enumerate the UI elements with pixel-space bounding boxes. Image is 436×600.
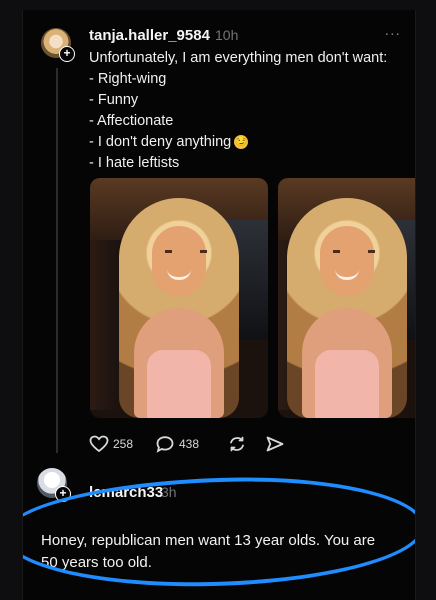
eyes-graphic xyxy=(165,250,207,253)
like-button[interactable]: 258 xyxy=(89,435,133,453)
heart-icon xyxy=(89,435,109,453)
top-graphic xyxy=(147,350,211,418)
repost-icon xyxy=(230,436,244,452)
post-username[interactable]: tanja.haller_9584 xyxy=(89,27,210,44)
post-line-3: - Funny xyxy=(89,92,139,108)
selfie-person-graphic-2 xyxy=(286,198,407,418)
author-avatar[interactable]: + xyxy=(41,28,75,62)
comment-count: 438 xyxy=(179,437,200,451)
post-line-1: Unfortunately, I am everything men don't… xyxy=(89,50,388,66)
post-photo-2[interactable] xyxy=(278,178,415,418)
smirk-emoji-icon: 😏 xyxy=(234,135,249,150)
post-line-6: - I hate leftists xyxy=(89,155,180,171)
repost-button[interactable] xyxy=(227,435,247,453)
thread-line xyxy=(56,68,58,453)
comment-icon xyxy=(156,436,174,453)
face-graphic-2 xyxy=(319,226,374,296)
more-options-icon[interactable]: ... xyxy=(385,22,401,40)
post-actions: 258 438 xyxy=(89,435,349,457)
share-icon xyxy=(266,436,284,452)
eyes-graphic-2 xyxy=(332,250,375,253)
post-line-4: - Affectionate xyxy=(89,113,174,129)
post-time: 10h xyxy=(215,27,239,43)
share-button[interactable] xyxy=(265,435,285,453)
post-line-5: - I don't deny anything 😏 xyxy=(89,132,399,153)
face-graphic xyxy=(152,226,206,296)
post-line-5-text: - I don't deny anything xyxy=(89,134,232,150)
comment-button[interactable]: 438 xyxy=(155,435,199,453)
threads-screen: + tanja.haller_9584 10h ... Unfortunatel… xyxy=(22,10,416,600)
post-line-2: - Right-wing xyxy=(89,71,167,87)
like-count: 258 xyxy=(113,437,134,451)
post-photo-1[interactable] xyxy=(90,178,268,418)
follow-plus-icon[interactable]: + xyxy=(59,46,75,62)
post-text: Unfortunately, I am everything men don't… xyxy=(89,48,399,174)
top-graphic-2 xyxy=(314,350,379,418)
selfie-person-graphic xyxy=(119,198,239,418)
reply-avatar[interactable]: + xyxy=(37,468,71,502)
